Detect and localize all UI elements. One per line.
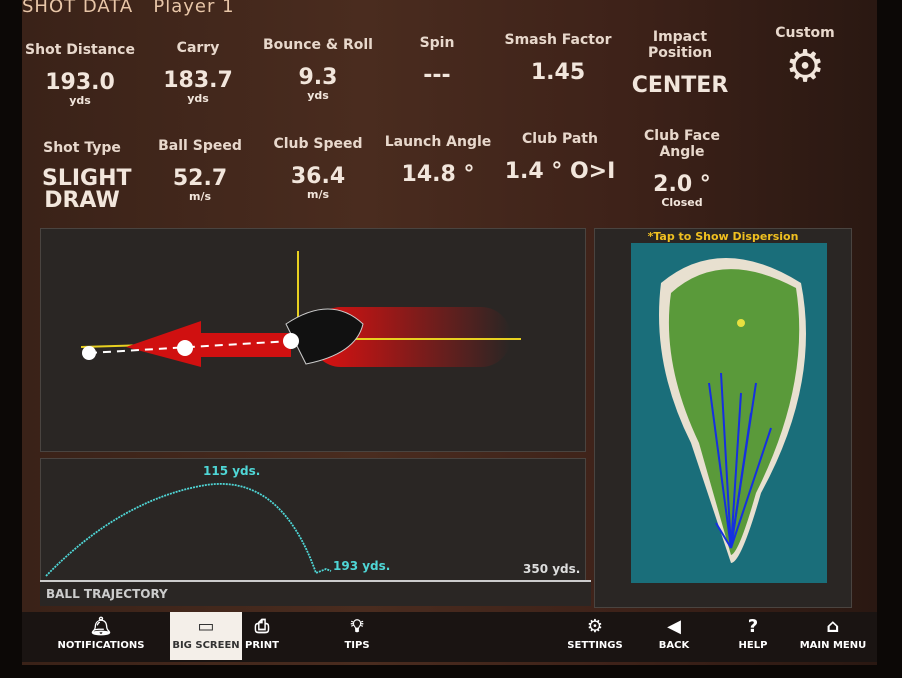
dispersion-hint[interactable]: *Tap to Show Dispersion xyxy=(595,230,851,243)
stat-carry: Carry 183.7 yds xyxy=(163,40,233,105)
stat-shot-distance: Shot Distance 193.0 yds xyxy=(25,42,135,107)
gear-icon: ⚙ xyxy=(785,41,825,92)
tips-button[interactable]: 💡︎ TIPS xyxy=(332,612,382,660)
stat-shot-type: Shot Type SLIGHT DRAW xyxy=(42,140,132,213)
big-screen-button[interactable]: ▭ BIG SCREEN xyxy=(170,612,242,660)
shot-data-screen: SHOT DATA Player 1 Shot Distance 193.0 yds… xyxy=(22,0,877,665)
notifications-button[interactable]: 🔔︎ NOTIFICATIONS xyxy=(56,612,146,660)
stat-club-path: Club Path 1.4 ° O>I xyxy=(504,131,616,184)
stat-club-face-angle: Club Face Angle 2.0 ° Closed xyxy=(644,128,720,209)
ball-direction-arrow xyxy=(126,321,291,367)
question-icon: ? xyxy=(747,616,759,637)
stat-impact-position: Impact Position CENTER xyxy=(631,29,729,98)
home-icon: ⌂ xyxy=(826,616,840,637)
stat-smash-factor: Smash Factor 1.45 xyxy=(504,32,612,85)
stat-club-speed: Club Speed 36.4 m/s xyxy=(273,136,363,201)
stat-bounce-roll: Bounce & Roll 9.3 yds xyxy=(263,37,373,102)
club-path-svg xyxy=(80,251,521,367)
hole-map[interactable] xyxy=(631,243,827,583)
trajectory-label: BALL TRAJECTORY xyxy=(40,580,591,606)
ball-trajectory-panel: 115 yds. 193 yds. 350 yds. xyxy=(40,458,586,582)
custom-button[interactable]: Custom ⚙ xyxy=(745,25,865,89)
back-arrow-icon: ◀ xyxy=(667,616,681,637)
player-name: Player 1 xyxy=(153,0,235,17)
club-path-graphic xyxy=(40,228,586,452)
help-button[interactable]: ? HELP xyxy=(723,612,783,660)
stat-launch-angle: Launch Angle 14.8 ° xyxy=(384,134,492,187)
bell-icon: 🔔︎ xyxy=(89,616,113,637)
main-menu-button[interactable]: ⌂ MAIN MENU xyxy=(790,612,876,660)
cast-icon: ▭ xyxy=(197,616,215,637)
page-title: SHOT DATA Player 1 xyxy=(22,0,235,17)
trajectory-line xyxy=(45,483,332,577)
settings-button[interactable]: ⚙ SETTINGS xyxy=(555,612,635,660)
print-button[interactable]: ⎙ PRINT xyxy=(237,612,287,660)
stat-ball-speed: Ball Speed 52.7 m/s xyxy=(158,138,242,203)
trajectory-svg xyxy=(45,483,332,577)
back-button[interactable]: ◀ BACK xyxy=(644,612,704,660)
max-distance-label: 350 yds. xyxy=(523,562,581,576)
peak-label: 115 yds. xyxy=(203,464,261,478)
bottom-toolbar: 🔔︎ NOTIFICATIONS ▭ BIG SCREEN ⎙ PRINT 💡︎ TIP… xyxy=(22,612,877,662)
printer-icon: ⎙ xyxy=(254,616,270,637)
map-panel[interactable]: *Tap to Show Dispersion xyxy=(594,228,852,608)
ball-icon xyxy=(82,346,96,360)
stat-spin: Spin --- xyxy=(419,35,455,88)
gear-icon: ⚙ xyxy=(586,616,604,637)
end-label: 193 yds. xyxy=(333,559,391,573)
lightbulb-icon: 💡︎ xyxy=(350,616,364,637)
